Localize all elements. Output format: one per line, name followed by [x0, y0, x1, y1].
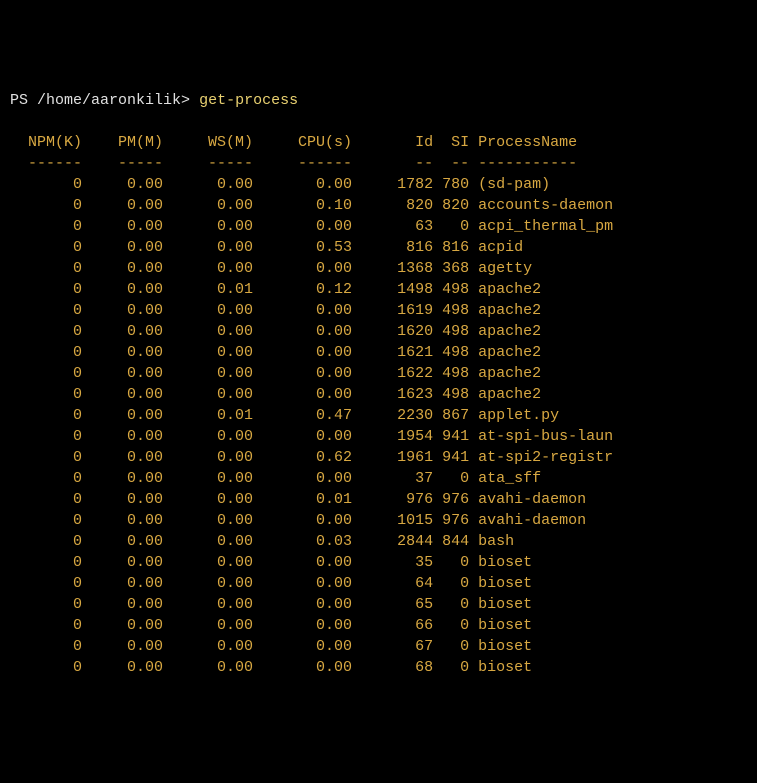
table-row: 0 0.00 0.00 0.00 35 0 bioset [10, 552, 747, 573]
table-row: 0 0.00 0.00 0.00 66 0 bioset [10, 615, 747, 636]
table-row: 0 0.00 0.00 0.10 820 820 accounts-daemon [10, 195, 747, 216]
prompt-line[interactable]: PS /home/aaronkilik> get-process [10, 90, 747, 111]
command-text: get-process [199, 92, 298, 109]
table-row: 0 0.00 0.00 0.00 63 0 acpi_thermal_pm [10, 216, 747, 237]
prompt-path: /home/aaronkilik [37, 92, 181, 109]
table-row: 0 0.00 0.00 0.62 1961 941 at-spi2-regist… [10, 447, 747, 468]
table-row: 0 0.00 0.00 0.01 976 976 avahi-daemon [10, 489, 747, 510]
prompt-gt: > [181, 92, 199, 109]
table-row: 0 0.00 0.00 0.00 1621 498 apache2 [10, 342, 747, 363]
table-row: 0 0.00 0.00 0.00 1954 941 at-spi-bus-lau… [10, 426, 747, 447]
table-row: 0 0.00 0.00 0.00 1782 780 (sd-pam) [10, 174, 747, 195]
table-row: 0 0.00 0.00 0.00 67 0 bioset [10, 636, 747, 657]
table-row: 0 0.00 0.00 0.00 1619 498 apache2 [10, 300, 747, 321]
table-row: 0 0.00 0.00 0.00 65 0 bioset [10, 594, 747, 615]
table-row: 0 0.00 0.00 0.00 37 0 ata_sff [10, 468, 747, 489]
table-row: 0 0.00 0.00 0.53 816 816 acpid [10, 237, 747, 258]
table-separator: ------ ----- ----- ------ -- -- --------… [10, 153, 747, 174]
table-row: 0 0.00 0.01 0.12 1498 498 apache2 [10, 279, 747, 300]
table-row: 0 0.00 0.00 0.00 1015 976 avahi-daemon [10, 510, 747, 531]
table-row: 0 0.00 0.00 0.00 1620 498 apache2 [10, 321, 747, 342]
table-row: 0 0.00 0.00 0.03 2844 844 bash [10, 531, 747, 552]
table-row: 0 0.00 0.00 0.00 68 0 bioset [10, 657, 747, 678]
table-row: 0 0.00 0.00 0.00 64 0 bioset [10, 573, 747, 594]
prompt-ps: PS [10, 92, 37, 109]
table-row: 0 0.00 0.01 0.47 2230 867 applet.py [10, 405, 747, 426]
table-row: 0 0.00 0.00 0.00 1622 498 apache2 [10, 363, 747, 384]
table-row: 0 0.00 0.00 0.00 1368 368 agetty [10, 258, 747, 279]
table-row: 0 0.00 0.00 0.00 1623 498 apache2 [10, 384, 747, 405]
terminal-output: PS /home/aaronkilik> get-process NPM(K) … [10, 90, 747, 678]
table-header: NPM(K) PM(M) WS(M) CPU(s) Id SI ProcessN… [10, 132, 747, 153]
